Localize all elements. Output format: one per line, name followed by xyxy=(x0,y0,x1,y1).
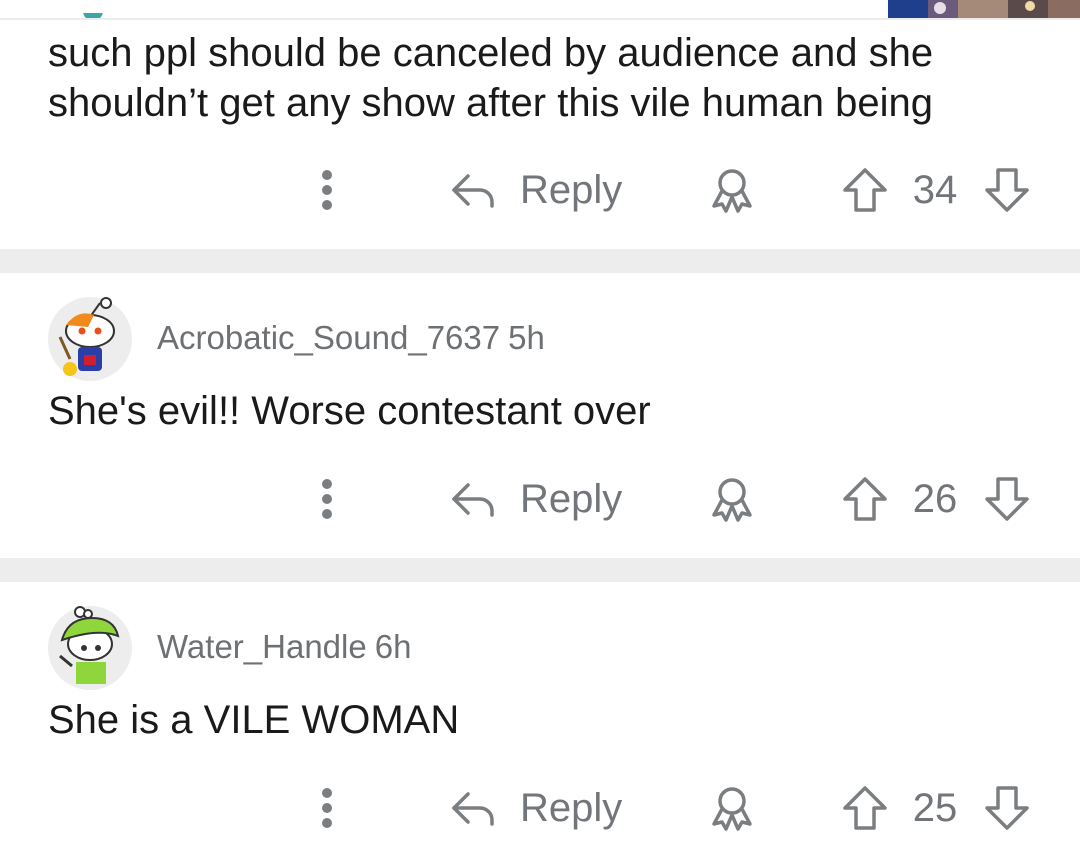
avatar[interactable] xyxy=(48,606,132,690)
reply-label: Reply xyxy=(520,168,623,212)
more-vertical-icon-dot xyxy=(322,509,332,519)
more-options-button[interactable] xyxy=(312,168,342,212)
comment-body: such ppl should be canceled by audience … xyxy=(48,28,933,128)
downvote-button[interactable] xyxy=(982,784,1032,832)
more-vertical-icon xyxy=(322,479,332,489)
downvote-button[interactable] xyxy=(982,166,1032,214)
award-icon xyxy=(712,787,752,831)
award-icon xyxy=(712,169,752,213)
vote-count: 25 xyxy=(912,786,958,830)
more-vertical-icon-dot xyxy=(322,818,332,828)
more-vertical-icon xyxy=(322,170,332,180)
comment-actions: Reply 26 xyxy=(0,469,1080,529)
reply-button[interactable]: Reply xyxy=(446,469,636,529)
award-button[interactable] xyxy=(706,784,758,832)
downvote-arrow-icon xyxy=(985,168,1029,212)
more-options-button[interactable] xyxy=(312,477,342,521)
comment-line: She is a VILE WOMAN xyxy=(48,698,460,742)
upvote-arrow-icon xyxy=(843,786,887,830)
vote-count: 26 xyxy=(912,477,958,521)
comment-thread: such ppl should be canceled by audience … xyxy=(0,0,1080,845)
reply-label: Reply xyxy=(520,477,623,521)
award-button[interactable] xyxy=(706,475,758,523)
more-vertical-icon-dot xyxy=(322,200,332,210)
upvote-arrow-icon xyxy=(843,477,887,521)
timestamp: 5h xyxy=(508,319,545,356)
downvote-button[interactable] xyxy=(982,475,1032,523)
comment-actions: Reply 34 xyxy=(0,160,1080,220)
comment-actions: Reply 25 xyxy=(0,778,1080,838)
downvote-arrow-icon xyxy=(985,786,1029,830)
more-vertical-icon xyxy=(322,788,332,798)
reply-label: Reply xyxy=(520,786,623,830)
more-options-button[interactable] xyxy=(312,786,342,830)
award-button[interactable] xyxy=(706,166,758,214)
comment-line: shouldn’t get any show after this vile h… xyxy=(48,81,933,125)
reply-arrow-icon xyxy=(452,174,494,208)
downvote-arrow-icon xyxy=(985,477,1029,521)
upvote-button[interactable] xyxy=(840,784,890,832)
more-vertical-icon-dot xyxy=(322,494,332,504)
comment-body: She's evil!! Worse contestant over xyxy=(48,386,651,436)
upvote-arrow-icon xyxy=(843,168,887,212)
comment-author-line: Acrobatic_Sound_7637 5h xyxy=(157,316,545,360)
reply-arrow-icon xyxy=(452,792,494,826)
comment-divider xyxy=(0,558,1080,582)
comment-line: She's evil!! Worse contestant over xyxy=(48,389,651,433)
reply-button[interactable]: Reply xyxy=(446,778,636,838)
comment-body: She is a VILE WOMAN xyxy=(48,695,459,745)
media-thumbnail[interactable] xyxy=(888,0,1080,20)
comment-divider xyxy=(0,249,1080,273)
comment-line: such ppl should be canceled by audience … xyxy=(48,31,934,75)
username[interactable]: Acrobatic_Sound_7637 xyxy=(157,319,500,356)
reply-button[interactable]: Reply xyxy=(446,160,636,220)
username[interactable]: Water_Handle xyxy=(157,628,367,665)
reply-arrow-icon xyxy=(452,483,494,517)
upvote-button[interactable] xyxy=(840,166,890,214)
more-vertical-icon-dot xyxy=(322,185,332,195)
upvote-button[interactable] xyxy=(840,475,890,523)
timestamp: 6h xyxy=(374,628,412,665)
header-divider xyxy=(0,18,1080,20)
comment-author-line: Water_Handle 6h xyxy=(157,625,411,669)
award-icon xyxy=(712,478,752,522)
more-vertical-icon-dot xyxy=(322,803,332,813)
avatar[interactable] xyxy=(48,297,132,381)
vote-count: 34 xyxy=(912,168,958,212)
